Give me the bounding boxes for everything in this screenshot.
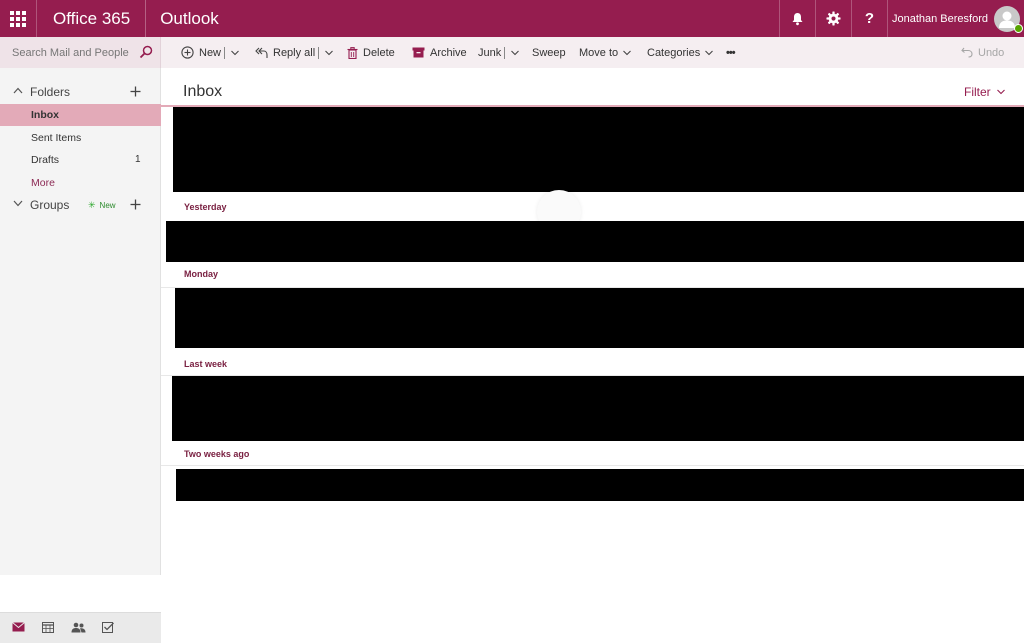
move-to-button[interactable]: Move to (579, 37, 632, 68)
reply-all-button[interactable]: Reply all (255, 37, 334, 68)
filter-button[interactable]: Filter (964, 85, 1005, 99)
list-title: Inbox (183, 83, 223, 100)
folder-drafts[interactable]: Drafts 1 (0, 149, 161, 171)
folders-header[interactable]: Folders (0, 81, 161, 103)
folder-label: Drafts (31, 154, 60, 166)
more-actions-button[interactable]: ••• (726, 37, 736, 68)
add-circle-icon (181, 46, 194, 59)
sweep-label: Sweep (532, 46, 566, 59)
trash-icon (347, 46, 358, 59)
new-button[interactable]: New (181, 37, 239, 68)
divider (504, 46, 506, 59)
undo-label: Undo (978, 46, 1005, 59)
group-header: Yesterday (184, 202, 227, 212)
app-launcher-button[interactable] (0, 0, 37, 37)
chevron-down-icon (13, 200, 23, 207)
selection-checkbox[interactable] (169, 113, 173, 121)
account-button[interactable]: Jonathan Beresford (886, 0, 1024, 37)
mail-icon[interactable] (12, 622, 25, 632)
user-name: Jonathan Beresford (891, 12, 988, 25)
archive-label: Archive (430, 46, 467, 59)
add-folder-icon[interactable] (130, 86, 141, 97)
undo-icon (961, 47, 973, 58)
chevron-down-icon (705, 50, 714, 55)
settings-button[interactable] (814, 0, 851, 37)
top-right-controls: ? Jonathan Beresford (778, 0, 1024, 37)
app-name[interactable]: Outlook (146, 0, 219, 37)
suite-name[interactable]: Office 365 (37, 0, 147, 37)
groups-label: Groups (30, 198, 70, 212)
redacted-message[interactable] (173, 107, 1024, 192)
junk-label: Junk (478, 46, 502, 59)
waffle-icon (10, 10, 26, 27)
archive-icon (412, 47, 425, 58)
calendar-icon[interactable] (42, 622, 54, 633)
reply-all-label: Reply all (273, 46, 316, 59)
presence-icon (1014, 24, 1023, 33)
folder-label: More (31, 177, 55, 189)
folders-label: Folders (30, 85, 71, 99)
search-icon[interactable] (139, 45, 153, 59)
redacted-message[interactable] (176, 469, 1024, 501)
groups-header[interactable]: Groups ✳ New (0, 194, 161, 216)
chevron-down-icon[interactable] (231, 50, 239, 56)
tasks-icon[interactable] (102, 622, 114, 633)
group-header: Last week (184, 359, 228, 369)
command-bar: New Reply all Delete Archive Junk Sweep … (0, 37, 1024, 68)
search-box[interactable] (0, 37, 161, 68)
notifications-button[interactable] (778, 0, 815, 37)
redacted-message[interactable] (166, 221, 1024, 262)
archive-button[interactable]: Archive (412, 37, 467, 68)
chevron-down-icon[interactable] (325, 50, 334, 56)
group-header: Two weeks ago (184, 449, 250, 459)
new-badge: ✳ New (88, 200, 116, 211)
reply-all-icon (255, 47, 268, 59)
delete-label: Delete (363, 46, 395, 59)
divider (318, 46, 320, 59)
chevron-down-icon (996, 89, 1005, 95)
top-bar: Office 365 Outlook ? Jonathan Beresford (0, 0, 1024, 37)
folder-inbox[interactable]: Inbox (0, 104, 161, 126)
new-badge-label: New (99, 201, 116, 210)
filter-label: Filter (964, 85, 991, 99)
chevron-down-icon (623, 50, 632, 55)
message-list: Inbox Filter Yesterday Monday Last week … (161, 68, 1024, 575)
chevron-up-icon (13, 87, 23, 94)
gear-icon (826, 11, 841, 26)
folder-more-link[interactable]: More (0, 172, 161, 194)
divider (224, 46, 226, 59)
undo-button[interactable]: Undo (961, 37, 1004, 68)
add-group-icon[interactable] (130, 199, 141, 210)
unread-count: 1 (135, 154, 141, 165)
redacted-message[interactable] (175, 288, 1024, 348)
help-button[interactable]: ? (850, 0, 887, 37)
help-icon: ? (864, 10, 875, 27)
search-input[interactable] (12, 46, 132, 59)
folder-pane: Folders Inbox Sent Items Drafts 1 More G… (0, 68, 161, 643)
sparkle-icon: ✳ (88, 200, 96, 210)
delete-button[interactable]: Delete (347, 37, 395, 68)
redacted-message[interactable] (172, 376, 1024, 441)
junk-button[interactable]: Junk (478, 37, 520, 68)
move-to-label: Move to (579, 46, 619, 59)
folder-label: Sent Items (31, 132, 82, 144)
people-icon[interactable] (71, 622, 86, 633)
chevron-down-icon[interactable] (511, 50, 520, 56)
bell-icon (792, 12, 803, 25)
more-icon: ••• (726, 46, 736, 59)
sweep-button[interactable]: Sweep (532, 37, 566, 68)
group-header: Monday (184, 269, 219, 279)
new-label: New (199, 46, 222, 59)
categories-label: Categories (647, 46, 701, 59)
row-divider (161, 465, 1024, 466)
categories-button[interactable]: Categories (647, 37, 714, 68)
module-switcher (0, 612, 161, 643)
folder-label: Inbox (31, 109, 59, 121)
folder-sent-items[interactable]: Sent Items (0, 127, 161, 149)
